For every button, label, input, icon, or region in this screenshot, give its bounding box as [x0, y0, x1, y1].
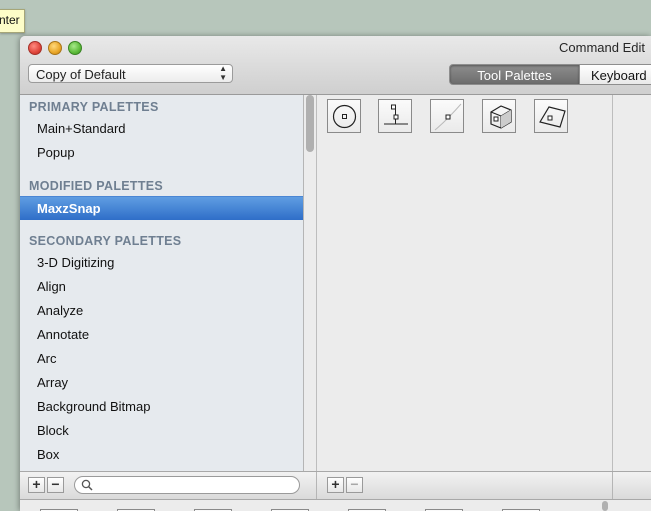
sidebar-item-3d-digitizing[interactable]: 3-D Digitizing: [20, 251, 303, 275]
sidebar-item-align[interactable]: Align: [20, 275, 303, 299]
tooltip-text: nter: [0, 13, 20, 27]
add-palette-button[interactable]: +: [28, 477, 45, 493]
sidebar-item-arc[interactable]: Arc: [20, 347, 303, 371]
zoom-window-button[interactable]: [68, 41, 82, 55]
remove-tool-button[interactable]: −: [346, 477, 363, 493]
add-tool-button[interactable]: +: [327, 477, 344, 493]
search-input[interactable]: [74, 476, 300, 494]
lower-scrollbar[interactable]: [602, 501, 608, 511]
tooltip: nter: [0, 9, 25, 33]
sidebar-item-background-bitmap[interactable]: Background Bitmap: [20, 395, 303, 419]
tool-snap-on-surface[interactable]: [482, 99, 516, 133]
sidebar-item-array[interactable]: Array: [20, 371, 303, 395]
section-heading-secondary: SECONDARY PALETTES: [29, 234, 182, 248]
sidebar-item-box[interactable]: Box: [20, 443, 303, 467]
remove-palette-button[interactable]: −: [47, 477, 64, 493]
mode-segmented-control: Tool Palettes Keyboard: [449, 64, 651, 85]
section-heading-primary: PRIMARY PALETTES: [29, 100, 159, 114]
sidebar-scrollbar[interactable]: [306, 95, 314, 152]
lower-panel-edge: [20, 500, 651, 511]
palette-content-pane: [317, 95, 612, 471]
sidebar-item-maxzsnap[interactable]: MaxzSnap: [20, 196, 303, 220]
sidebar-item-annotate[interactable]: Annotate: [20, 323, 303, 347]
sidebar-item-main-standard[interactable]: Main+Standard: [20, 117, 303, 141]
tool-snap-on-mesh[interactable]: [534, 99, 568, 133]
section-heading-modified: MODIFIED PALETTES: [29, 179, 164, 193]
tool-snap-on-curve[interactable]: [430, 99, 464, 133]
keyboard-pane-edge: [612, 95, 651, 471]
search-icon: [81, 479, 93, 491]
close-window-button[interactable]: [28, 41, 42, 55]
tool-snap-perpendicular[interactable]: [378, 99, 412, 133]
snap-on-surface-icon: [490, 105, 512, 129]
tab-keyboard[interactable]: Keyboard: [580, 64, 651, 85]
command-editor-window: Command Edit Copy of Default ▲ ▼ Tool Pal…: [20, 36, 651, 511]
sidebar-item-popup[interactable]: Popup: [20, 141, 303, 165]
palette-sidebar: PRIMARY PALETTES Main+Standard Popup MOD…: [20, 95, 304, 471]
snap-on-mesh-icon: [539, 106, 566, 128]
updown-arrows-icon: ▲ ▼: [219, 64, 227, 82]
title-bar: Command Edit Copy of Default ▲ ▼ Tool Pal…: [20, 36, 651, 95]
sidebar-item-block[interactable]: Block: [20, 419, 303, 443]
window-title: Command Edit: [559, 40, 645, 55]
minimize-window-button[interactable]: [48, 41, 62, 55]
snap-center-icon: [332, 104, 357, 129]
bottom-divider-right: [612, 472, 613, 499]
sidebar-item-analyze[interactable]: Analyze: [20, 299, 303, 323]
snap-perpendicular-icon: [384, 104, 408, 125]
bottom-divider: [316, 472, 317, 499]
bottom-toolbar: + − + −: [20, 471, 651, 500]
preset-select[interactable]: Copy of Default ▲ ▼: [28, 64, 233, 83]
tool-snap-center[interactable]: [327, 99, 361, 133]
snap-on-curve-icon: [434, 103, 462, 131]
tab-tool-palettes[interactable]: Tool Palettes: [449, 64, 580, 85]
preset-select-value: Copy of Default: [36, 67, 126, 82]
